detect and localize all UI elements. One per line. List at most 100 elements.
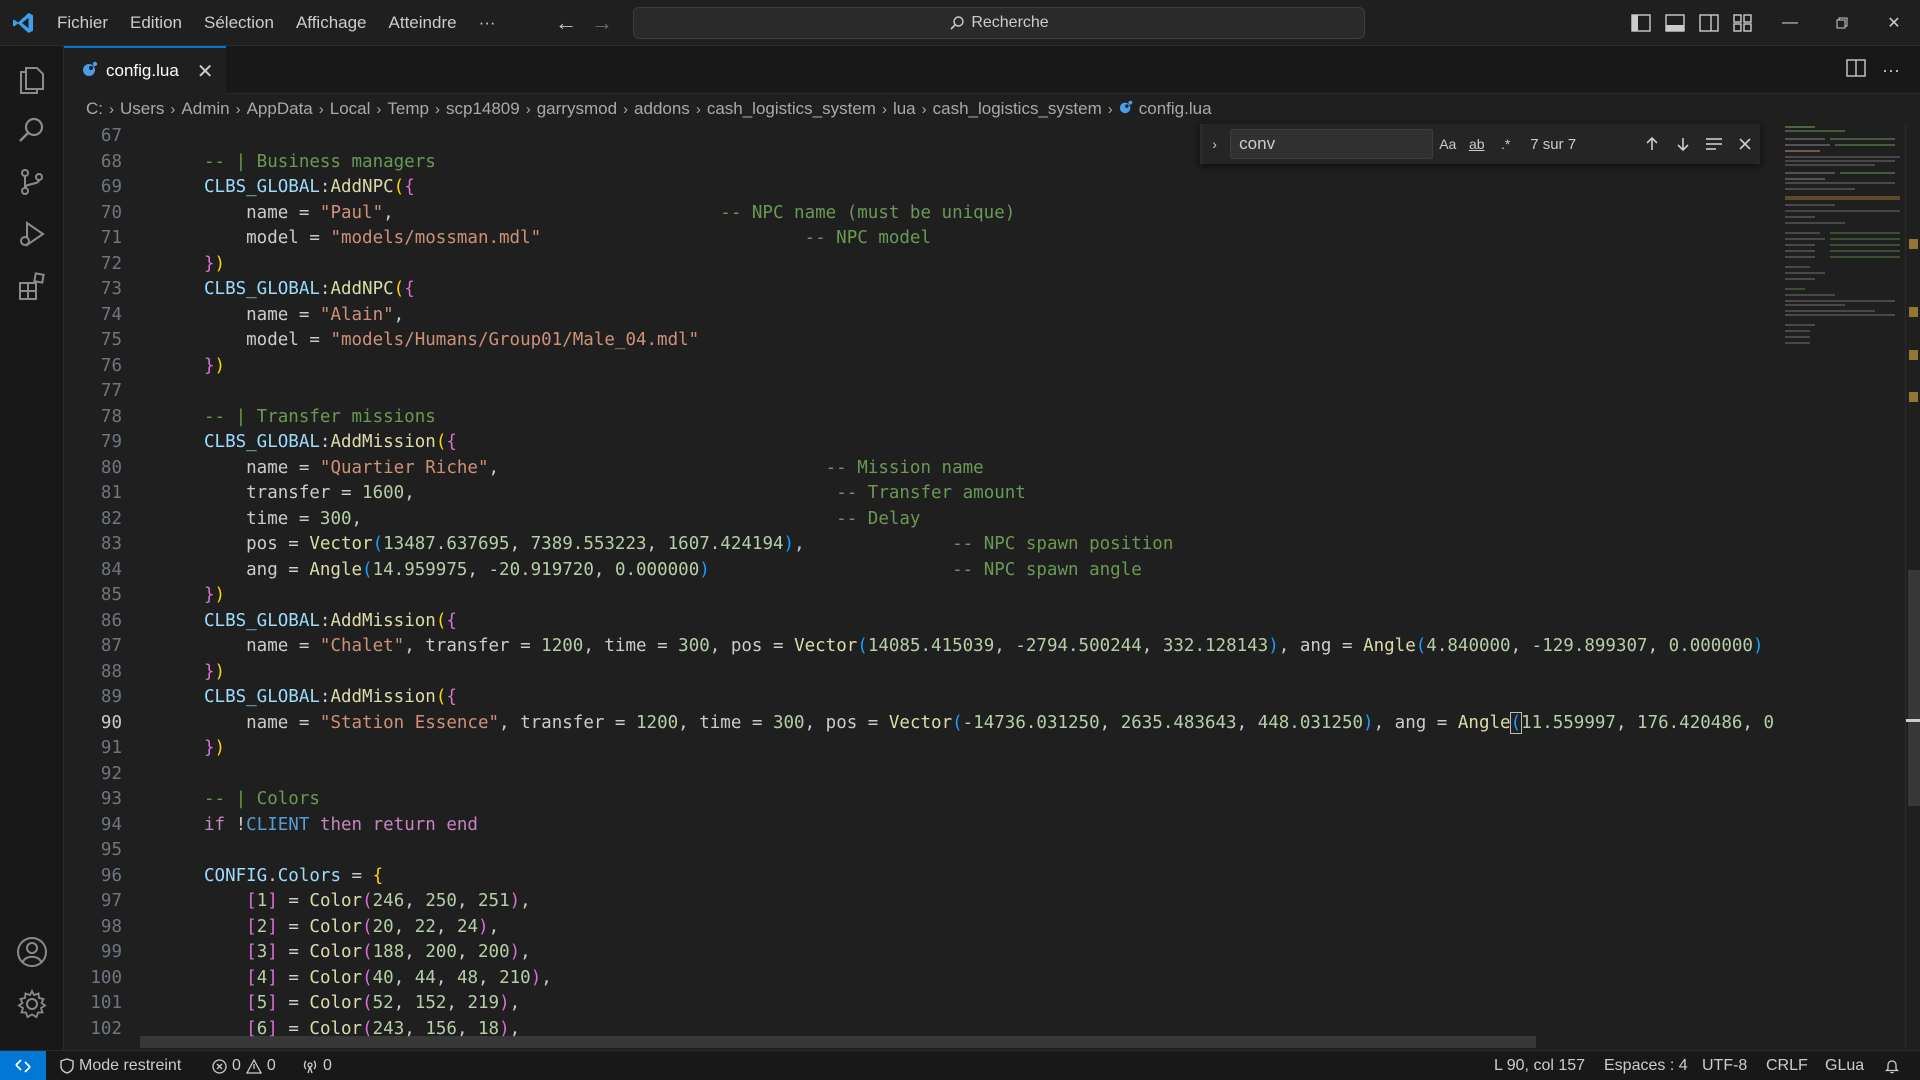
code-line[interactable]: 87 name = "Chalet", transfer = 1200, tim… bbox=[64, 634, 1778, 659]
code-line[interactable]: 100 [4] = Color(40, 44, 48, 210), bbox=[64, 966, 1778, 991]
settings-gear-icon[interactable] bbox=[14, 986, 50, 1022]
command-center-search[interactable]: Recherche bbox=[633, 7, 1365, 39]
code-line[interactable]: 82 time = 300, -- Delay bbox=[64, 507, 1778, 532]
code-line[interactable]: 96 CONFIG.Colors = { bbox=[64, 864, 1778, 889]
code-line[interactable]: 98 [2] = Color(20, 22, 24), bbox=[64, 915, 1778, 940]
toggle-panel-icon[interactable] bbox=[1664, 12, 1686, 34]
encoding-setting[interactable]: UTF-8 bbox=[1702, 1051, 1747, 1080]
find-input[interactable]: conv bbox=[1230, 129, 1434, 159]
code-token: 14085.415039 bbox=[867, 636, 995, 656]
ports-item[interactable]: 0 bbox=[302, 1051, 332, 1080]
code-line[interactable]: 88}) bbox=[64, 660, 1778, 685]
language-mode[interactable]: GLua bbox=[1825, 1051, 1864, 1080]
breadcrumb-item[interactable]: config.lua bbox=[1139, 99, 1212, 119]
match-case-toggle[interactable]: Aa bbox=[1433, 136, 1462, 152]
code-line[interactable]: 94 if !CLIENT then return end bbox=[64, 813, 1778, 838]
code-line[interactable]: 95 bbox=[64, 838, 1778, 863]
breadcrumb-item[interactable]: Users bbox=[120, 99, 164, 119]
code-line[interactable]: 92 bbox=[64, 762, 1778, 787]
code-line[interactable]: 73 CLBS_GLOBAL:AddNPC({ bbox=[64, 277, 1778, 302]
cursor-position[interactable]: L 90, col 157 bbox=[1494, 1051, 1585, 1080]
minimize-icon[interactable]: — bbox=[1764, 0, 1816, 46]
broadcast-icon bbox=[303, 1060, 317, 1074]
tab-config-lua[interactable]: config.lua ✕ bbox=[64, 46, 226, 94]
code-line[interactable]: 93 -- | Colors bbox=[64, 787, 1778, 812]
code-line[interactable]: 83 pos = Vector(13487.637695, 7389.55322… bbox=[64, 532, 1778, 557]
code-line[interactable]: 69 CLBS_GLOBAL:AddNPC({ bbox=[64, 175, 1778, 200]
code-line[interactable]: 101 [5] = Color(52, 152, 219), bbox=[64, 991, 1778, 1016]
code-line[interactable]: 77 bbox=[64, 379, 1778, 404]
customize-layout-icon[interactable] bbox=[1732, 12, 1754, 34]
split-editor-icon[interactable] bbox=[1846, 58, 1866, 82]
code-line[interactable]: 75 model = "models/Humans/Group01/Male_0… bbox=[64, 328, 1778, 353]
code-line[interactable]: 85}) bbox=[64, 583, 1778, 608]
code-line[interactable]: 90 name = "Station Essence", transfer = … bbox=[64, 711, 1778, 736]
next-match-arrow-icon[interactable] bbox=[1667, 129, 1698, 159]
vertical-scrollbar[interactable] bbox=[1905, 124, 1920, 1048]
toggle-primary-sidebar-icon[interactable] bbox=[1630, 12, 1652, 34]
breadcrumb-item[interactable]: Temp bbox=[387, 99, 429, 119]
previous-match-arrow-icon[interactable] bbox=[1636, 129, 1667, 159]
extensions-icon[interactable] bbox=[14, 268, 50, 304]
close-find-icon[interactable] bbox=[1729, 129, 1760, 159]
run-debug-icon[interactable] bbox=[14, 216, 50, 252]
horizontal-scrollbar-thumb[interactable] bbox=[140, 1036, 1536, 1048]
close-tab-icon[interactable]: ✕ bbox=[197, 59, 214, 84]
code-line[interactable]: 74 name = "Alain", bbox=[64, 303, 1778, 328]
vertical-scrollbar-thumb[interactable] bbox=[1908, 570, 1920, 806]
line-ending-setting[interactable]: CRLF bbox=[1766, 1051, 1808, 1080]
breadcrumb-item[interactable]: cash_logistics_system bbox=[933, 99, 1102, 119]
source-control-icon[interactable] bbox=[14, 164, 50, 200]
code-line[interactable]: 76}) bbox=[64, 354, 1778, 379]
minimap[interactable] bbox=[1780, 124, 1905, 1048]
menu-go[interactable]: Atteindre bbox=[378, 0, 468, 46]
restore-icon[interactable] bbox=[1816, 0, 1868, 46]
breadcrumb-item[interactable]: AppData bbox=[247, 99, 313, 119]
breadcrumb-item[interactable]: lua bbox=[893, 99, 916, 119]
menu-selection[interactable]: Sélection bbox=[193, 0, 285, 46]
close-window-icon[interactable]: ✕ bbox=[1868, 0, 1920, 46]
menu-view[interactable]: Affichage bbox=[285, 0, 378, 46]
find-in-selection-icon[interactable] bbox=[1698, 129, 1729, 159]
breadcrumb-item[interactable]: Local bbox=[330, 99, 371, 119]
code-line[interactable]: 86 CLBS_GLOBAL:AddMission({ bbox=[64, 609, 1778, 634]
breadcrumb-item[interactable]: addons bbox=[634, 99, 690, 119]
code-line[interactable]: 70 name = "Paul", -- NPC name (must be u… bbox=[64, 201, 1778, 226]
code-line[interactable]: 72}) bbox=[64, 252, 1778, 277]
breadcrumb-item[interactable]: C: bbox=[86, 99, 103, 119]
code-line[interactable]: 99 [3] = Color(188, 200, 200), bbox=[64, 940, 1778, 965]
restricted-mode-item[interactable]: Mode restreint bbox=[60, 1051, 181, 1080]
toggle-secondary-sidebar-icon[interactable] bbox=[1698, 12, 1720, 34]
breadcrumb-item[interactable]: cash_logistics_system bbox=[707, 99, 876, 119]
indentation-setting[interactable]: Espaces : 4 bbox=[1604, 1051, 1688, 1080]
toggle-replace-chevron-icon[interactable]: › bbox=[1203, 136, 1226, 152]
code-line[interactable]: 78 -- | Transfer missions bbox=[64, 405, 1778, 430]
code-line[interactable]: 79 CLBS_GLOBAL:AddMission({ bbox=[64, 430, 1778, 455]
code-line[interactable]: 89 CLBS_GLOBAL:AddMission({ bbox=[64, 685, 1778, 710]
whole-word-toggle[interactable]: ab bbox=[1462, 136, 1491, 152]
search-icon[interactable] bbox=[14, 112, 50, 148]
menu-more[interactable]: ··· bbox=[468, 0, 507, 46]
code-line[interactable]: 80 name = "Quartier Riche", -- Mission n… bbox=[64, 456, 1778, 481]
problems-item[interactable]: 0 0 bbox=[212, 1051, 276, 1080]
code-line[interactable]: 84 ang = Angle(14.959975, -20.919720, 0.… bbox=[64, 558, 1778, 583]
menu-file[interactable]: Fichier bbox=[46, 0, 119, 46]
regex-toggle[interactable]: .* bbox=[1491, 136, 1520, 152]
back-arrow-icon[interactable]: ← bbox=[555, 10, 577, 36]
forward-arrow-icon[interactable]: → bbox=[591, 10, 613, 36]
menu-edit[interactable]: Edition bbox=[119, 0, 193, 46]
account-icon[interactable] bbox=[14, 934, 50, 970]
notifications-bell-icon[interactable] bbox=[1884, 1051, 1900, 1080]
code-editor[interactable]: 67 68 -- | Business managers 69 CLBS_GLOBAL:… bbox=[64, 124, 1778, 1048]
breadcrumb-item[interactable]: Admin bbox=[181, 99, 229, 119]
breadcrumb-item[interactable]: garrysmod bbox=[537, 99, 617, 119]
explorer-icon[interactable] bbox=[14, 60, 50, 96]
code-line[interactable]: 71 model = "models/mossman.mdl" -- NPC m… bbox=[64, 226, 1778, 251]
code-line[interactable]: 97 [1] = Color(246, 250, 251), bbox=[64, 889, 1778, 914]
code-line[interactable]: 91}) bbox=[64, 736, 1778, 761]
code-line[interactable]: 81 transfer = 1600, -- Transfer amount bbox=[64, 481, 1778, 506]
remote-indicator-icon[interactable] bbox=[0, 1051, 46, 1080]
more-actions-icon[interactable]: ··· bbox=[1882, 60, 1900, 81]
breadcrumb-item[interactable]: scp14809 bbox=[446, 99, 520, 119]
